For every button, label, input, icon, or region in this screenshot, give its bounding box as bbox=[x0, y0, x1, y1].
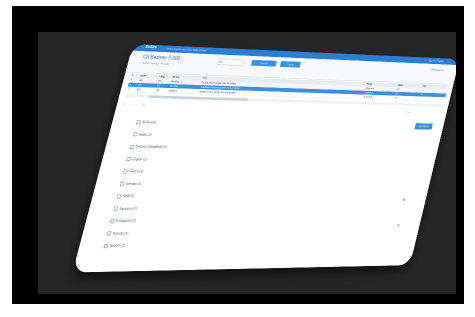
checkbox-icon[interactable] bbox=[110, 218, 115, 224]
prev-page-icon[interactable]: ‹ bbox=[130, 103, 132, 107]
list-item[interactable]: English (1) bbox=[125, 153, 256, 167]
list-item[interactable]: French (1) bbox=[122, 166, 253, 179]
list-item-label: Russian (1) bbox=[112, 231, 129, 236]
search-button[interactable]: Search bbox=[250, 59, 277, 67]
menu-icon[interactable]: ≡ bbox=[397, 224, 400, 228]
checkbox-icon[interactable] bbox=[132, 132, 138, 137]
language-filter-list: All Results Arabic (1) Chinese (Simplifi… bbox=[102, 116, 265, 252]
cell-status: OK bbox=[394, 96, 398, 100]
filter-select[interactable]: All bbox=[216, 58, 245, 66]
export-button[interactable]: Export bbox=[279, 61, 301, 68]
account-links[interactable]: Sign in | Register bbox=[429, 59, 445, 63]
brand-logo[interactable]: ExSite bbox=[145, 45, 157, 49]
checkbox-icon[interactable] bbox=[119, 181, 125, 186]
cell-target: Target text bbox=[362, 95, 373, 99]
list-item-label: Hindi (1) bbox=[122, 194, 135, 199]
cell-index: 1 bbox=[130, 78, 133, 82]
cell-code: A03 bbox=[136, 88, 141, 92]
list-item-label: French (1) bbox=[128, 169, 144, 174]
list-item-label: Chinese (Simplified) (1) bbox=[135, 144, 168, 150]
list-item[interactable]: German (1) bbox=[119, 178, 251, 191]
checkbox-icon[interactable] bbox=[113, 206, 119, 211]
close-icon[interactable]: ✕ bbox=[402, 198, 406, 202]
tilted-browser-screen: ExSite Home About Learn Tools Help Conta… bbox=[72, 44, 456, 273]
first-page-icon[interactable]: « bbox=[124, 103, 127, 107]
checkbox-icon[interactable] bbox=[123, 169, 128, 174]
list-item[interactable]: Spanish (1) bbox=[102, 239, 235, 253]
show-more-button[interactable]: Show More bbox=[414, 123, 433, 130]
breadcrumb: Search / Browse / Results bbox=[140, 61, 170, 66]
refresh-icon[interactable]: ↻ bbox=[142, 103, 146, 107]
checkbox-icon[interactable] bbox=[126, 157, 132, 162]
list-item-label: English (1) bbox=[131, 157, 148, 162]
scrollbar-thumb[interactable] bbox=[149, 95, 249, 101]
checkbox-icon[interactable] bbox=[129, 144, 135, 149]
cell-source: Baseline bbox=[168, 89, 178, 93]
list-item-label: Japanese (1) bbox=[118, 206, 138, 211]
list-item-label: German (1) bbox=[125, 181, 142, 187]
cell-index: 2 bbox=[129, 83, 132, 87]
cell-lang: EN bbox=[155, 88, 160, 92]
header-right-text: Hollybrand Ltd bbox=[430, 68, 445, 72]
checkbox-icon[interactable] bbox=[136, 120, 141, 125]
pager-count: 1 - 3 of 3 bbox=[403, 111, 412, 114]
top-nav-links[interactable]: Home About Learn Tools Help Contact bbox=[166, 47, 207, 52]
col-header[interactable]: # bbox=[131, 73, 139, 77]
list-item[interactable]: Hindi (1) bbox=[115, 190, 247, 202]
list-item-label: Arabic (1) bbox=[138, 132, 153, 137]
list-item[interactable]: Japanese (1) bbox=[112, 203, 244, 216]
checkbox-icon[interactable] bbox=[116, 194, 122, 199]
screenshot-stage: ExSite Home About Learn Tools Help Conta… bbox=[38, 32, 456, 294]
cell-edit[interactable]: — bbox=[419, 97, 440, 101]
cell-index: 3 bbox=[127, 87, 130, 91]
page-title: Ch Basmer 3.009 bbox=[142, 53, 181, 62]
list-item-label: All Results bbox=[141, 120, 157, 125]
list-item-label: Spanish (1) bbox=[108, 243, 126, 249]
checkbox-icon[interactable] bbox=[106, 231, 112, 236]
checkbox-icon[interactable] bbox=[103, 243, 109, 249]
next-page-icon[interactable]: › bbox=[136, 103, 138, 107]
list-item-label: Portuguese (1) bbox=[115, 219, 137, 224]
